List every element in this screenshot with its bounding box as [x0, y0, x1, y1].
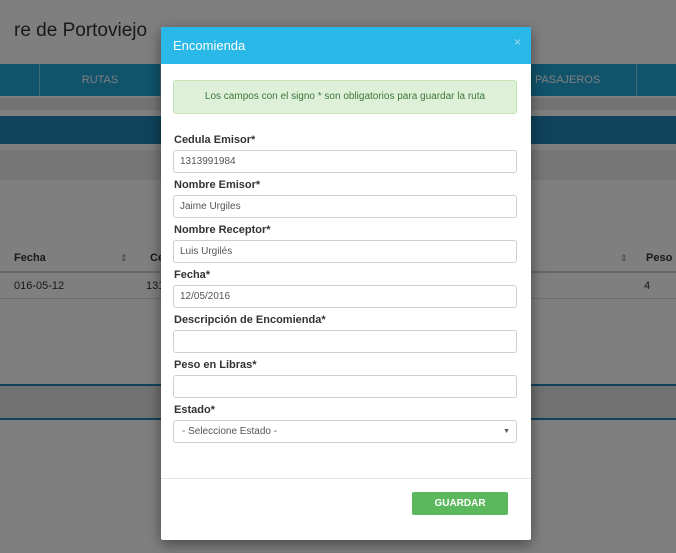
required-fields-alert: Los campos con el signo * son obligatori… [173, 80, 517, 114]
modal-body: Los campos con el signo * son obligatori… [161, 64, 531, 540]
nombre-emisor-input[interactable] [173, 195, 517, 218]
modal-footer-divider [161, 478, 531, 479]
label-nombre-emisor: Nombre Emisor* [174, 179, 261, 191]
label-peso: Peso en Libras* [174, 359, 257, 371]
descripcion-input[interactable] [173, 330, 517, 353]
encomienda-modal: Encomienda × Los campos con el signo * s… [161, 27, 531, 540]
save-button[interactable]: GUARDAR [412, 492, 508, 515]
modal-header: Encomienda × [161, 27, 531, 64]
fecha-input[interactable] [173, 285, 517, 308]
label-estado: Estado* [174, 404, 215, 416]
estado-select[interactable]: - Seleccione Estado - ▼ [173, 420, 517, 443]
label-cedula-emisor: Cedula Emisor* [174, 134, 256, 146]
close-icon[interactable]: × [514, 35, 521, 49]
nombre-receptor-input[interactable] [173, 240, 517, 263]
peso-input[interactable] [173, 375, 517, 398]
chevron-down-icon: ▼ [503, 428, 510, 435]
label-nombre-receptor: Nombre Receptor* [174, 224, 271, 236]
label-fecha: Fecha* [174, 269, 211, 281]
label-descripcion: Descripción de Encomienda* [174, 314, 326, 326]
cedula-emisor-input[interactable] [173, 150, 517, 173]
modal-title: Encomienda [173, 38, 246, 53]
estado-selected-value: - Seleccione Estado - [182, 426, 278, 437]
